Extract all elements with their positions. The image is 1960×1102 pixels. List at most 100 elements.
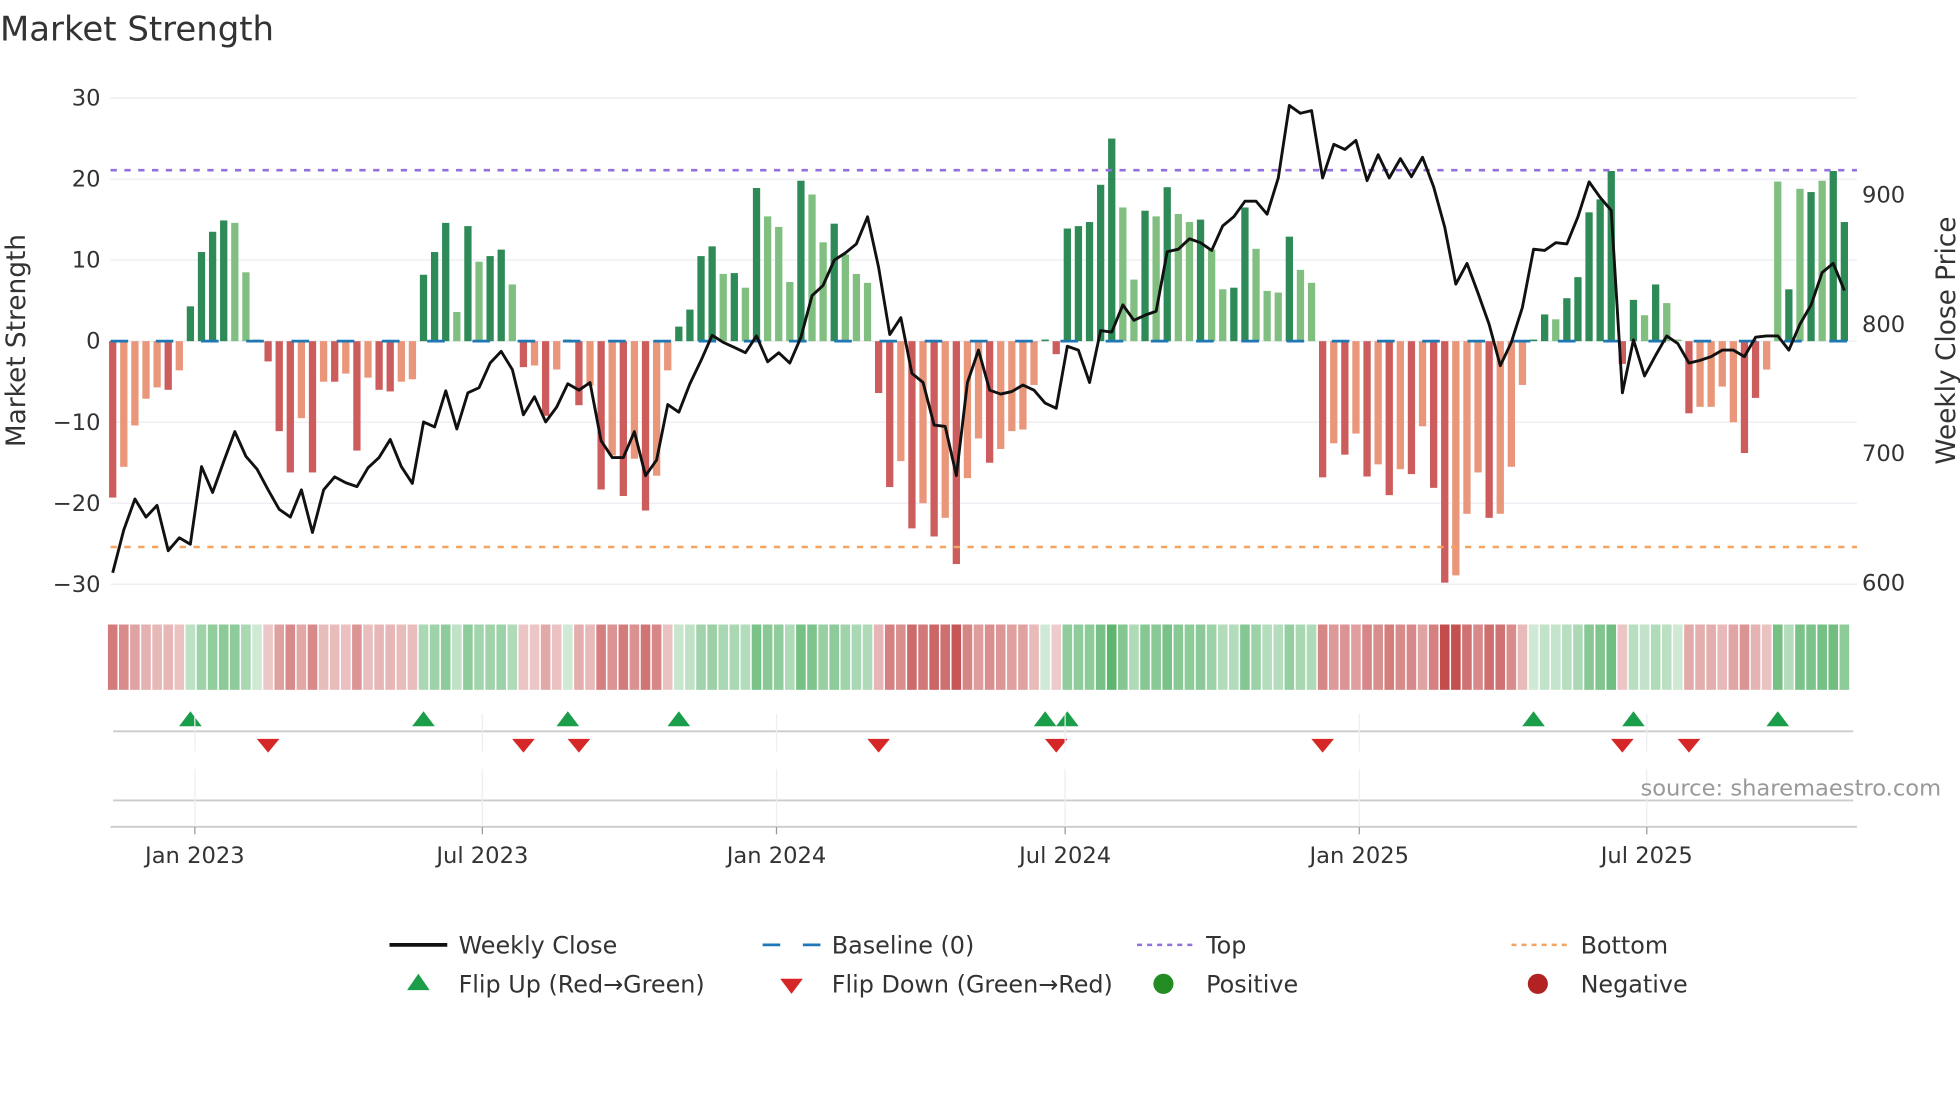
strip-cell — [341, 624, 351, 690]
y-right-tick-label: 600 — [1862, 571, 1905, 597]
strength-bar — [1818, 180, 1826, 342]
strip-cell — [563, 624, 573, 690]
x-tick-label: Jul 2025 — [1599, 843, 1693, 869]
strip-cell — [230, 624, 240, 690]
strength-bar — [730, 273, 738, 342]
strip-cell — [363, 624, 373, 690]
right-axis-ticks: 900 800 700 600 — [1862, 182, 1905, 596]
strip-cell — [385, 624, 396, 690]
strip-cell — [796, 624, 806, 690]
y-tick-label: 0 — [86, 329, 100, 355]
source-label: source: sharemaestro.com — [1640, 775, 1941, 801]
legend-flip-up-icon — [407, 973, 430, 991]
strip-cell — [1240, 624, 1250, 690]
strip-cell — [1628, 624, 1639, 690]
strength-bar — [752, 188, 761, 342]
strength-bar — [1718, 341, 1726, 387]
strip-cell — [884, 624, 895, 690]
strip-cell — [1739, 624, 1750, 690]
strength-bar — [708, 246, 716, 342]
strength-bar — [308, 341, 317, 473]
strip-cell — [685, 624, 695, 690]
strength-bar — [686, 309, 694, 342]
strength-bar — [109, 341, 117, 498]
strength-bar — [1074, 226, 1083, 342]
strength-bar — [1529, 339, 1538, 342]
strip-cell — [829, 624, 840, 690]
strength-bar — [519, 341, 528, 368]
strip-cell — [1750, 624, 1761, 690]
strip-cell — [1595, 624, 1605, 690]
strength-bar — [575, 341, 583, 406]
strength-bar — [1041, 339, 1049, 342]
flip-down-marker — [1044, 738, 1068, 753]
strength-bar — [541, 341, 550, 416]
market-strength-chart: Market Strength 30 20 10 0 −10 −20 −30 900 800 7… — [0, 9, 1960, 999]
flip-up-marker — [1033, 711, 1057, 727]
strip-cell — [662, 624, 673, 690]
strength-bar — [1463, 341, 1471, 514]
legend-circle-pos-label: Positive — [1206, 971, 1298, 999]
strength-bar — [808, 194, 816, 342]
strip-cell — [396, 624, 407, 690]
strip-cell — [607, 624, 618, 690]
strip-cell — [207, 624, 218, 690]
flip-up-marker — [667, 711, 691, 727]
strip-cell — [973, 624, 984, 690]
strip-cell — [1562, 624, 1572, 690]
strength-bar — [819, 242, 827, 342]
strip-cell — [1295, 624, 1306, 690]
strip-cell — [907, 624, 917, 690]
strip-cell — [407, 624, 418, 690]
strength-bar — [1341, 341, 1349, 455]
flip-up-marker — [1766, 711, 1790, 727]
strength-bar — [1729, 341, 1737, 423]
strength-bar — [664, 341, 672, 371]
strip-cell — [1495, 624, 1506, 690]
strip-cell — [1306, 624, 1317, 690]
strip-cell — [629, 624, 640, 690]
strength-bar — [786, 282, 794, 342]
strength-bar — [1485, 341, 1493, 518]
strength-bar — [641, 341, 650, 511]
strip-cell — [263, 624, 273, 690]
strip-cell — [1007, 624, 1017, 690]
strip-cell — [374, 624, 384, 690]
strength-bar — [1396, 341, 1404, 470]
reference-lines — [110, 168, 1857, 549]
y-tick-label: 10 — [72, 248, 101, 274]
strength-bar — [220, 220, 228, 342]
strip-cell — [1817, 624, 1827, 690]
strip-cell — [740, 624, 751, 690]
strip-cell — [729, 624, 740, 690]
strength-bar — [1541, 314, 1549, 342]
y-tick-label: −30 — [53, 572, 101, 598]
strip-cell — [762, 624, 773, 690]
strength-bar — [886, 341, 894, 488]
legend-negative-icon — [1527, 973, 1548, 994]
strength-bar — [1296, 269, 1305, 342]
strip-cell — [1395, 624, 1406, 690]
strip-cell — [807, 624, 817, 690]
strength-bar — [1596, 199, 1604, 342]
strip-cell — [1428, 624, 1439, 690]
strip-cell — [1695, 624, 1705, 690]
strength-bar — [1696, 341, 1704, 407]
strength-bar — [197, 252, 206, 342]
strip-cell — [429, 624, 440, 690]
strength-bar — [741, 287, 750, 342]
strip-cell — [1184, 624, 1195, 690]
strength-bar — [897, 341, 905, 462]
strip-cell — [1506, 624, 1517, 690]
strength-bar — [1330, 341, 1338, 444]
strength-bar — [1141, 210, 1149, 342]
strip-cell — [130, 624, 140, 690]
flip-down-marker — [1611, 738, 1634, 753]
strength-bar — [597, 341, 605, 490]
strength-bar — [1574, 277, 1582, 342]
flip-down-marker — [512, 738, 535, 753]
strip-cell — [1417, 624, 1428, 690]
strip-cell — [1195, 624, 1206, 690]
strip-cell — [152, 624, 162, 690]
strength-bar — [231, 222, 239, 342]
